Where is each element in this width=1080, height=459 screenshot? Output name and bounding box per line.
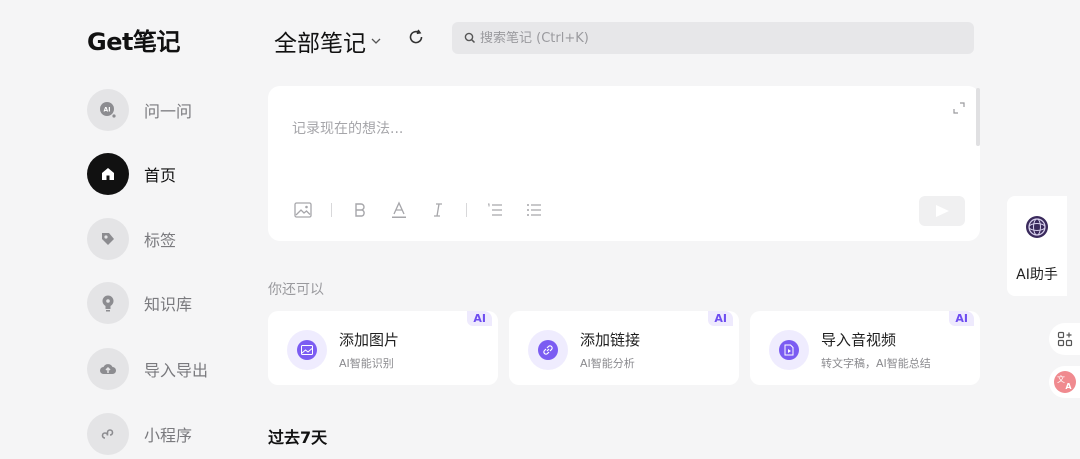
- add-widget-button[interactable]: [1049, 323, 1080, 355]
- tag-icon: [87, 218, 129, 260]
- ai-assistant-button[interactable]: AI助手: [1007, 196, 1067, 296]
- ai-assistant-icon: [1024, 214, 1050, 240]
- bold-icon[interactable]: [349, 199, 371, 221]
- send-icon: [934, 204, 950, 218]
- svg-text:A: A: [1065, 382, 1072, 391]
- card-title: 导入音视频: [821, 331, 897, 349]
- sidebar-item-label: 首页: [144, 166, 177, 185]
- bullet-list-icon[interactable]: [523, 199, 545, 221]
- card-subtitle: AI智能分析: [580, 357, 635, 370]
- search-icon: [464, 32, 476, 44]
- chevron-down-icon: [371, 37, 381, 45]
- app-logo[interactable]: Get笔记: [87, 22, 180, 57]
- toolbar-divider: [466, 203, 467, 217]
- link-icon: [528, 330, 568, 370]
- insert-image-icon[interactable]: [292, 199, 314, 221]
- suggestions-label: 你还可以: [268, 282, 324, 298]
- svg-text:文: 文: [1057, 374, 1065, 384]
- ordered-list-icon[interactable]: [484, 199, 506, 221]
- sidebar-item-tags[interactable]: 标签: [87, 218, 247, 260]
- card-subtitle: 转文字稿，AI智能总结: [821, 357, 931, 370]
- card-title: 添加图片: [339, 331, 400, 349]
- ai-assistant-label: AI助手: [1016, 267, 1058, 283]
- sidebar-item-label: 小程序: [144, 426, 193, 445]
- expand-icon[interactable]: [952, 100, 966, 114]
- sidebar-item-import-export[interactable]: 导入导出: [87, 348, 247, 390]
- editor-toolbar: [292, 198, 562, 222]
- editor-placeholder[interactable]: 记录现在的想法...: [292, 118, 403, 138]
- sidebar-item-label: 知识库: [144, 295, 193, 314]
- svg-text:AI: AI: [104, 107, 111, 114]
- ai-chat-icon: AI: [87, 89, 129, 131]
- ai-badge: AI: [708, 311, 733, 326]
- recent-section-title: 过去7天: [268, 428, 328, 447]
- home-icon: [87, 153, 129, 195]
- logo-suffix: 笔记: [132, 28, 181, 56]
- send-button[interactable]: [919, 196, 965, 226]
- editor-scrollbar[interactable]: [976, 88, 980, 146]
- toolbar-divider: [331, 203, 332, 217]
- lightbulb-icon: [87, 282, 129, 324]
- add-image-card[interactable]: 添加图片 AI智能识别 AI: [268, 311, 498, 385]
- miniprogram-icon: [87, 413, 129, 455]
- italic-icon[interactable]: [427, 199, 449, 221]
- grid-add-icon: [1057, 331, 1073, 347]
- text-color-icon[interactable]: [388, 199, 410, 221]
- note-editor[interactable]: 记录现在的想法...: [268, 86, 980, 241]
- ai-badge: AI: [949, 311, 974, 326]
- import-media-card[interactable]: 导入音视频 转文字稿，AI智能总结 AI: [750, 311, 980, 385]
- page-title: 全部笔记: [274, 31, 366, 57]
- sidebar-item-knowledge[interactable]: 知识库: [87, 282, 247, 324]
- search-input[interactable]: [480, 30, 960, 46]
- page-title-dropdown[interactable]: 全部笔记: [274, 24, 381, 58]
- image-icon: [287, 330, 327, 370]
- search-bar[interactable]: [452, 22, 974, 54]
- sidebar-item-ask[interactable]: AI 问一问: [87, 89, 247, 131]
- translate-button[interactable]: 文A: [1049, 366, 1080, 398]
- card-title: 添加链接: [580, 331, 641, 349]
- add-link-card[interactable]: 添加链接 AI智能分析 AI: [509, 311, 739, 385]
- refresh-icon[interactable]: [406, 27, 428, 49]
- ai-badge: AI: [467, 311, 492, 326]
- sidebar-item-label: 标签: [144, 231, 177, 250]
- sidebar-item-label: 导入导出: [144, 361, 209, 380]
- translate-icon: 文A: [1053, 370, 1077, 394]
- sidebar-item-home[interactable]: 首页: [87, 153, 247, 195]
- card-subtitle: AI智能识别: [339, 357, 394, 370]
- logo-prefix: Get: [87, 28, 133, 56]
- sidebar-item-label: 问一问: [144, 102, 193, 121]
- sidebar-item-miniprogram[interactable]: 小程序: [87, 413, 247, 455]
- file-audio-icon: [769, 330, 809, 370]
- cloud-upload-icon: [87, 348, 129, 390]
